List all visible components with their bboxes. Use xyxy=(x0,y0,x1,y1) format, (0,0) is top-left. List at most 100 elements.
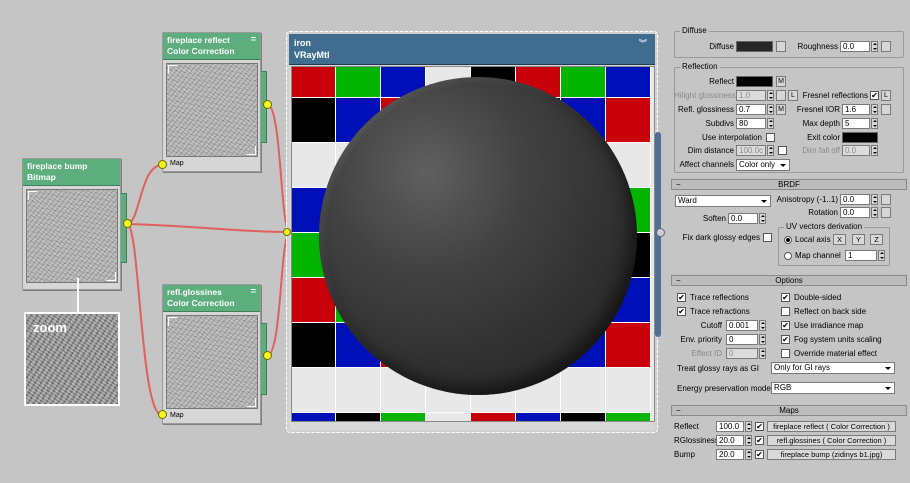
input-slot-map[interactable]: Map xyxy=(170,160,184,167)
output-port-reflect[interactable] xyxy=(263,100,272,109)
trace-reflections-checkbox[interactable]: ✔ xyxy=(677,293,686,302)
material-output-port[interactable] xyxy=(656,228,665,237)
anisotropy-input[interactable]: 0.0 xyxy=(840,194,870,205)
fresnel-ior-input[interactable]: 1.6 xyxy=(842,104,870,115)
output-port-bump[interactable] xyxy=(123,219,132,228)
dim-falloff-spinner[interactable] xyxy=(871,145,878,156)
use-interp-checkbox[interactable] xyxy=(766,133,775,142)
fresnel-lock-button[interactable]: L xyxy=(881,90,891,101)
effect-id-spinner[interactable] xyxy=(759,348,766,359)
use-irradiance-checkbox[interactable]: ✔ xyxy=(781,321,790,330)
map-row-checkbox[interactable]: ✔ xyxy=(755,450,764,459)
rotation-spinner[interactable] xyxy=(871,207,878,218)
collapse-chevron-icon[interactable]: ︾ xyxy=(639,38,647,50)
fresnel-ior-map-button[interactable] xyxy=(881,104,891,115)
reflect-swatch[interactable] xyxy=(736,76,773,87)
input-slot-map[interactable]: Map xyxy=(170,412,184,419)
roughness-spinner[interactable] xyxy=(871,41,878,52)
map-row-spinner[interactable] xyxy=(745,449,752,460)
diffuse-map-button[interactable] xyxy=(776,41,786,52)
map-channel-spinner[interactable] xyxy=(878,250,885,261)
roughness-input[interactable]: 0.0 xyxy=(840,41,870,52)
double-sided-checkbox[interactable]: ✔ xyxy=(781,293,790,302)
energy-mode-dropdown[interactable]: RGB xyxy=(771,382,895,394)
hilight-map-button[interactable] xyxy=(776,90,786,101)
output-tab[interactable] xyxy=(121,193,127,263)
map-channel-radio[interactable] xyxy=(784,252,792,260)
axis-y-button[interactable]: Y xyxy=(852,234,865,245)
local-axis-radio[interactable] xyxy=(784,236,792,244)
affect-channels-dropdown[interactable]: Color only xyxy=(736,159,790,171)
subdivs-spinner[interactable] xyxy=(767,118,774,129)
map-row-spinner[interactable] xyxy=(745,421,752,432)
material-header[interactable]: iron VRayMtl ︾ xyxy=(289,34,655,65)
cutoff-input[interactable]: 0.001 xyxy=(726,320,758,331)
rollout-brdf[interactable]: − BRDF xyxy=(671,179,907,190)
fog-units-checkbox[interactable]: ✔ xyxy=(781,335,790,344)
cutoff-spinner[interactable] xyxy=(759,320,766,331)
axis-x-button[interactable]: X xyxy=(833,234,846,245)
reflect-map-button[interactable]: M xyxy=(776,76,786,87)
reflect-back-checkbox[interactable] xyxy=(781,307,790,316)
glossy-gi-dropdown[interactable]: Only for GI rays xyxy=(771,362,895,374)
material-input-port[interactable] xyxy=(283,228,291,236)
axis-z-button[interactable]: Z xyxy=(870,234,883,245)
hilight-gloss-input[interactable]: 1.0 xyxy=(736,90,766,101)
roughness-map-button[interactable] xyxy=(881,41,891,52)
map-channel-input[interactable]: 1 xyxy=(845,250,877,261)
dim-dist-checkbox[interactable] xyxy=(778,146,787,155)
node-refl-glossines[interactable]: refl.glossines Color Correction = Map xyxy=(162,284,267,424)
map-row-amount[interactable]: 20.0 xyxy=(716,449,744,460)
trace-refractions-checkbox[interactable]: ✔ xyxy=(677,307,686,316)
max-depth-input[interactable]: 5 xyxy=(842,118,870,129)
minimize-icon[interactable]: = xyxy=(251,34,256,45)
map-row-checkbox[interactable]: ✔ xyxy=(755,422,764,431)
map-row-amount[interactable]: 100.0 xyxy=(716,421,744,432)
refl-gloss-map-button[interactable]: M xyxy=(776,104,786,115)
map-row-checkbox[interactable]: ✔ xyxy=(755,436,764,445)
dim-falloff-input[interactable]: 0.0 xyxy=(842,145,870,156)
node-fireplace-reflect[interactable]: fireplace reflect Color Correction = Map xyxy=(162,32,267,172)
node-header[interactable]: refl.glossines Color Correction = xyxy=(163,285,260,312)
node-header[interactable]: fireplace reflect Color Correction = xyxy=(163,33,260,60)
hilight-gloss-spinner[interactable] xyxy=(767,90,774,101)
lock-button[interactable]: L xyxy=(788,90,798,101)
rollout-options[interactable]: − Options xyxy=(671,275,907,286)
rotation-map-button[interactable] xyxy=(881,207,891,218)
output-port-gloss[interactable] xyxy=(263,351,272,360)
map-row-button[interactable]: fireplace bump (zidinys b1.jpg) xyxy=(767,449,896,460)
override-effect-checkbox[interactable] xyxy=(781,349,790,358)
minimize-icon[interactable]: = xyxy=(251,286,256,297)
rollout-maps[interactable]: − Maps xyxy=(671,405,907,416)
dim-dist-input[interactable]: 100.0c xyxy=(736,145,766,156)
refl-gloss-input[interactable]: 0.7 xyxy=(736,104,766,115)
input-port-reflect[interactable] xyxy=(158,160,167,169)
max-depth-spinner[interactable] xyxy=(871,118,878,129)
node-header[interactable]: fireplace bump Bitmap xyxy=(23,159,120,186)
node-material-iron[interactable]: iron VRayMtl ︾ xyxy=(283,31,665,433)
node-type: Color Correction xyxy=(167,298,235,308)
fix-dark-checkbox[interactable] xyxy=(763,233,772,242)
diffuse-swatch[interactable] xyxy=(736,41,773,52)
fresnel-checkbox[interactable]: ✔ xyxy=(870,91,879,100)
anisotropy-map-button[interactable] xyxy=(881,194,891,205)
map-row-spinner[interactable] xyxy=(745,435,752,446)
anisotropy-spinner[interactable] xyxy=(871,194,878,205)
rotation-input[interactable]: 0.0 xyxy=(840,207,870,218)
map-row-button[interactable]: fireplace reflect ( Color Correction ) xyxy=(767,421,896,432)
map-row-amount[interactable]: 20.0 xyxy=(716,435,744,446)
fresnel-ior-spinner[interactable] xyxy=(871,104,878,115)
soften-input[interactable]: 0.0 xyxy=(728,213,758,224)
subdivs-input[interactable]: 80 xyxy=(736,118,766,129)
effect-id-input[interactable]: 0 xyxy=(726,348,758,359)
refl-gloss-spinner[interactable] xyxy=(767,104,774,115)
exit-color-swatch[interactable] xyxy=(842,132,878,143)
input-port-gloss[interactable] xyxy=(158,410,167,419)
soften-spinner[interactable] xyxy=(759,213,766,224)
map-row-button[interactable]: refl.glossines ( Color Correction ) xyxy=(767,435,896,446)
dim-dist-spinner[interactable] xyxy=(767,145,774,156)
node-fireplace-bump[interactable]: fireplace bump Bitmap xyxy=(22,158,127,290)
env-priority-spinner[interactable] xyxy=(759,334,766,345)
brdf-type-dropdown[interactable]: Ward xyxy=(675,195,771,207)
env-priority-input[interactable]: 0 xyxy=(726,334,758,345)
